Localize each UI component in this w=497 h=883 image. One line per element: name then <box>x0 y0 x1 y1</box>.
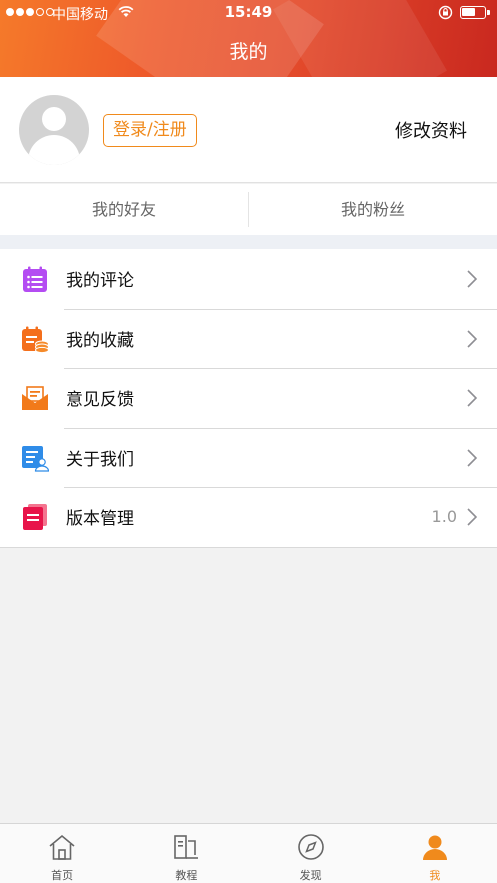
chevron-right-icon <box>467 508 477 526</box>
menu-item-label: 意见反馈 <box>66 390 134 411</box>
header-bar: 中国移动 15:49 我的 <box>0 0 497 77</box>
about-document-icon <box>22 445 49 472</box>
rotation-lock-icon <box>438 5 453 20</box>
menu-item-label: 我的收藏 <box>66 330 134 351</box>
version-book-icon <box>23 504 47 530</box>
tutorial-icon <box>174 835 199 859</box>
tab-label: 发现 <box>299 869 322 882</box>
status-bar: 中国移动 15:49 <box>0 0 497 26</box>
tab-bar: 首页 教程 发现 我 <box>0 823 497 883</box>
menu-item-label: 关于我们 <box>66 449 134 470</box>
menu-item-label: 版本管理 <box>66 509 134 530</box>
status-time: 15:49 <box>224 3 273 21</box>
battery-icon <box>460 6 490 19</box>
settings-menu: 我的评论 我的收藏 意见反馈 关于我们 版本管理 1.0 <box>0 249 497 548</box>
tab-tutorial[interactable]: 教程 <box>124 824 248 883</box>
menu-item-label: 我的评论 <box>66 271 134 292</box>
social-stats: 我的好友 我的粉丝 <box>0 184 497 235</box>
home-icon <box>49 834 75 860</box>
chevron-right-icon <box>467 448 477 467</box>
page-title: 我的 <box>229 41 268 63</box>
avatar[interactable] <box>19 95 89 165</box>
my-fans-button[interactable]: 我的粉丝 <box>249 184 497 235</box>
menu-item-feedback[interactable]: 意见反馈 <box>0 368 497 428</box>
menu-item-version[interactable]: 版本管理 1.0 <box>0 487 497 547</box>
tab-discover[interactable]: 发现 <box>249 824 373 883</box>
chevron-right-icon <box>467 270 477 288</box>
login-register-button[interactable]: 登录/注册 <box>103 114 197 147</box>
favorites-coins-icon <box>22 326 49 353</box>
compass-icon <box>297 834 324 860</box>
comment-list-icon <box>23 266 47 292</box>
tab-label: 我 <box>429 869 441 882</box>
tab-label: 教程 <box>175 869 198 882</box>
feedback-envelope-icon <box>22 386 48 410</box>
section-gap <box>0 235 497 249</box>
my-friends-button[interactable]: 我的好友 <box>0 184 248 235</box>
tab-home[interactable]: 首页 <box>0 824 124 883</box>
menu-item-about-us[interactable]: 关于我们 <box>0 427 497 488</box>
chevron-right-icon <box>467 329 477 348</box>
profile-card: 登录/注册 修改资料 <box>0 77 497 183</box>
chevron-right-icon <box>467 389 477 407</box>
tab-me[interactable]: 我 <box>373 824 497 883</box>
tab-label: 首页 <box>51 869 74 882</box>
version-number: 1.0 <box>431 507 457 527</box>
menu-item-favorites[interactable]: 我的收藏 <box>0 308 497 369</box>
edit-profile-button[interactable]: 修改资料 <box>395 117 467 143</box>
profile-icon <box>422 835 447 860</box>
menu-item-comments[interactable]: 我的评论 <box>0 249 497 309</box>
